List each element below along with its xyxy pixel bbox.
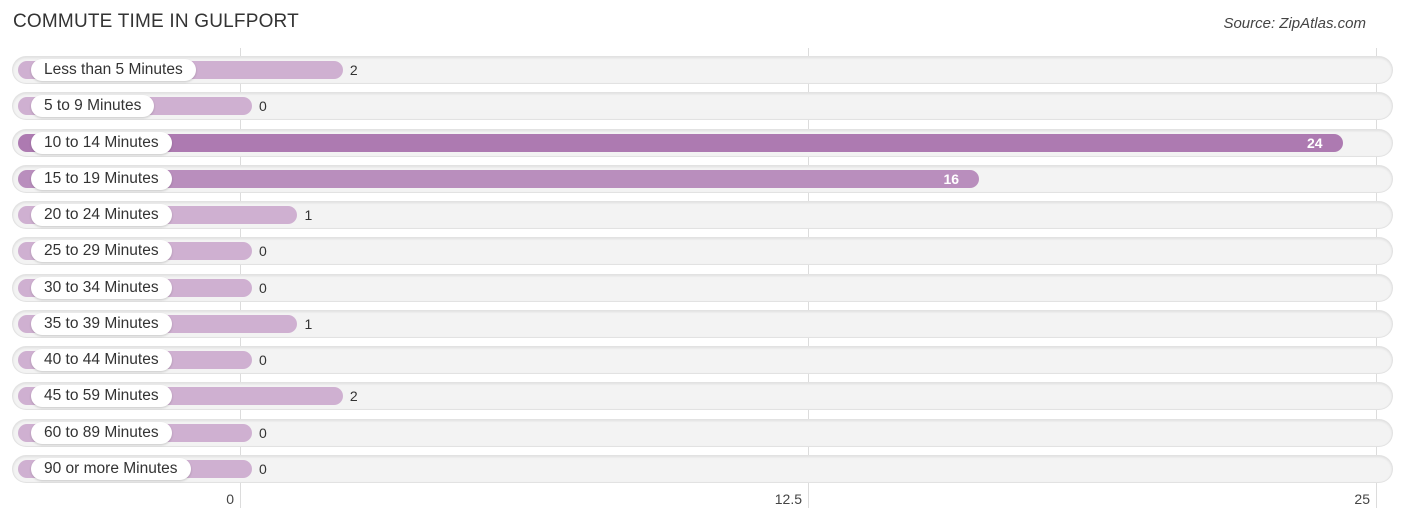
bar[interactable]: [18, 133, 1343, 152]
value-label: 2: [349, 62, 358, 78]
value-label: 0: [259, 98, 267, 115]
category-label: 60 to 89 Minutes: [31, 421, 172, 444]
value-label: 0: [259, 424, 267, 441]
value-label: 16: [943, 170, 960, 187]
value-label: 0: [259, 352, 267, 368]
category-label: Less than 5 Minutes: [31, 59, 196, 81]
category-label: 10 to 14 Minutes: [31, 131, 172, 154]
category-label: 40 to 44 Minutes: [31, 349, 172, 371]
x-tick-label: 12.5: [774, 491, 802, 507]
value-label: 0: [259, 460, 267, 477]
value-label: 0: [259, 279, 267, 296]
category-label: 35 to 39 Minutes: [31, 312, 172, 335]
bar-chart: 0 12.5 25 Less than 5 Minutes 2 5 to 9 Minute…: [0, 0, 1406, 523]
category-label: 5 to 9 Minutes: [31, 95, 155, 118]
value-label: 1: [304, 207, 313, 223]
category-label: 30 to 34 Minutes: [31, 276, 172, 299]
value-label: 2: [349, 388, 358, 405]
category-label: 45 to 59 Minutes: [31, 385, 172, 408]
category-label: 90 or more Minutes: [31, 457, 191, 480]
value-label: 1: [304, 315, 313, 332]
value-label: 0: [259, 243, 267, 260]
category-label: 15 to 19 Minutes: [31, 167, 172, 190]
value-label: 24: [1306, 134, 1323, 151]
category-label: 25 to 29 Minutes: [31, 240, 172, 263]
x-tick-label: 25: [1354, 491, 1370, 507]
category-label: 20 to 24 Minutes: [31, 204, 172, 226]
x-tick-label: 0: [226, 491, 234, 507]
